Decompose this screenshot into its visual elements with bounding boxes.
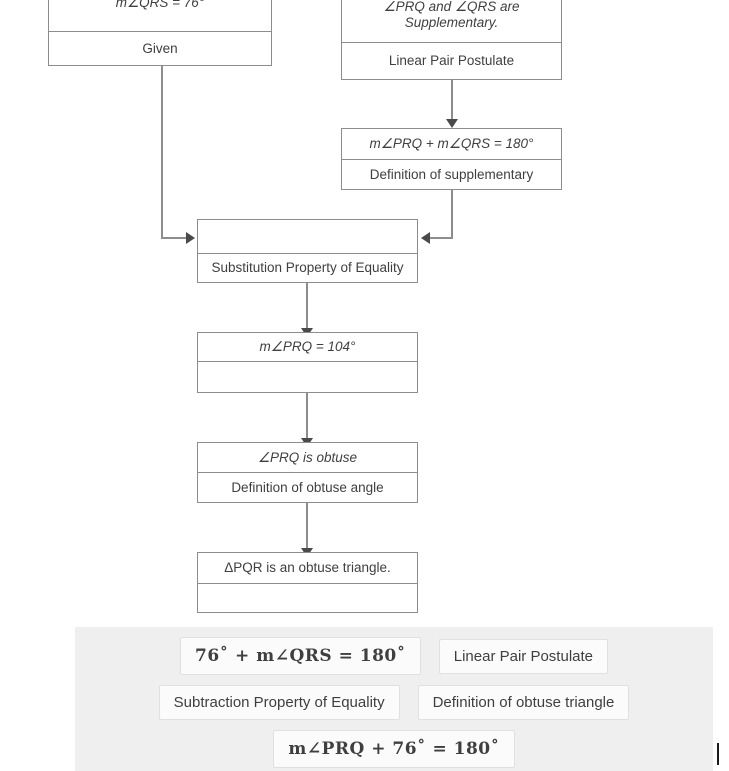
statement-cell-given-qrs: m∠QRS = 76° xyxy=(49,0,271,32)
statement-cell-prq-measure: m∠PRQ = 104° xyxy=(198,333,417,362)
statement-cell-prq-obtuse: ∠PRQ is obtuse xyxy=(198,443,417,473)
tile-prq-plus-76[interactable]: m∠PRQ + 76˚ = 180˚ xyxy=(273,730,515,768)
statement-cell-obtuse-triangle: ΔPQR is an obtuse triangle. xyxy=(198,553,417,584)
connector-supplementary-vertical xyxy=(451,190,453,239)
answer-bank-row-1: 76˚ + m∠QRS = 180˚ Linear Pair Postulate xyxy=(75,637,713,675)
tile-definition-obtuse-triangle[interactable]: Definition of obtuse triangle xyxy=(417,685,630,720)
reason-cell-given-qrs[interactable]: Given xyxy=(49,32,271,65)
connector-supplementary-horizontal xyxy=(430,237,453,239)
proof-flowchart-canvas: m∠QRS = 76° Given ∠PRQ and ∠QRS are Supp… xyxy=(0,0,729,771)
connector-substitution-to-prq xyxy=(306,283,308,333)
tile-subtraction-property[interactable]: Subtraction Property of Equality xyxy=(158,685,400,720)
proof-box-supplementary-sum: m∠PRQ + m∠QRS = 180° Definition of suppl… xyxy=(341,128,562,190)
connector-given-vertical xyxy=(161,65,163,239)
proof-box-prq-obtuse: ∠PRQ is obtuse Definition of obtuse angl… xyxy=(197,442,418,503)
connector-obtuse-to-triangle xyxy=(306,503,308,553)
proof-box-linear-pair: ∠PRQ and ∠QRS are Supplementary. Linear … xyxy=(341,0,562,80)
tile-76-plus-qrs[interactable]: 76˚ + m∠QRS = 180˚ xyxy=(179,637,421,675)
arrow-into-substitution-left xyxy=(186,232,195,244)
connector-prq-to-obtuse xyxy=(306,393,308,443)
reason-cell-linear-pair[interactable]: Linear Pair Postulate xyxy=(342,43,561,79)
connector-given-horizontal xyxy=(161,237,187,239)
reason-cell-obtuse-triangle-blank[interactable] xyxy=(198,584,417,613)
arrow-into-supplementary-sum xyxy=(446,119,458,128)
proof-box-obtuse-triangle: ΔPQR is an obtuse triangle. xyxy=(197,552,418,613)
statement-cell-linear-pair: ∠PRQ and ∠QRS are Supplementary. xyxy=(342,0,561,43)
reason-cell-prq-obtuse[interactable]: Definition of obtuse angle xyxy=(198,473,417,503)
statement-cell-supplementary-sum: m∠PRQ + m∠QRS = 180° xyxy=(342,129,561,160)
reason-cell-supplementary-sum[interactable]: Definition of supplementary xyxy=(342,160,561,189)
answer-bank-row-3: m∠PRQ + 76˚ = 180˚ xyxy=(75,730,713,768)
reason-cell-substitution[interactable]: Substitution Property of Equality xyxy=(198,254,417,282)
proof-box-substitution: Substitution Property of Equality xyxy=(197,219,418,283)
reason-cell-prq-measure-blank[interactable] xyxy=(198,362,417,393)
statement-cell-substitution-blank[interactable] xyxy=(198,220,417,254)
text-cursor-caret xyxy=(717,743,719,765)
proof-box-given-qrs: m∠QRS = 76° Given xyxy=(48,0,272,66)
answer-bank-panel: 76˚ + m∠QRS = 180˚ Linear Pair Postulate… xyxy=(75,627,713,771)
answer-bank-row-2: Subtraction Property of Equality Definit… xyxy=(75,685,713,720)
proof-box-prq-measure: m∠PRQ = 104° xyxy=(197,332,418,393)
tile-linear-pair-postulate[interactable]: Linear Pair Postulate xyxy=(438,638,608,674)
arrow-into-substitution-right xyxy=(421,232,430,244)
